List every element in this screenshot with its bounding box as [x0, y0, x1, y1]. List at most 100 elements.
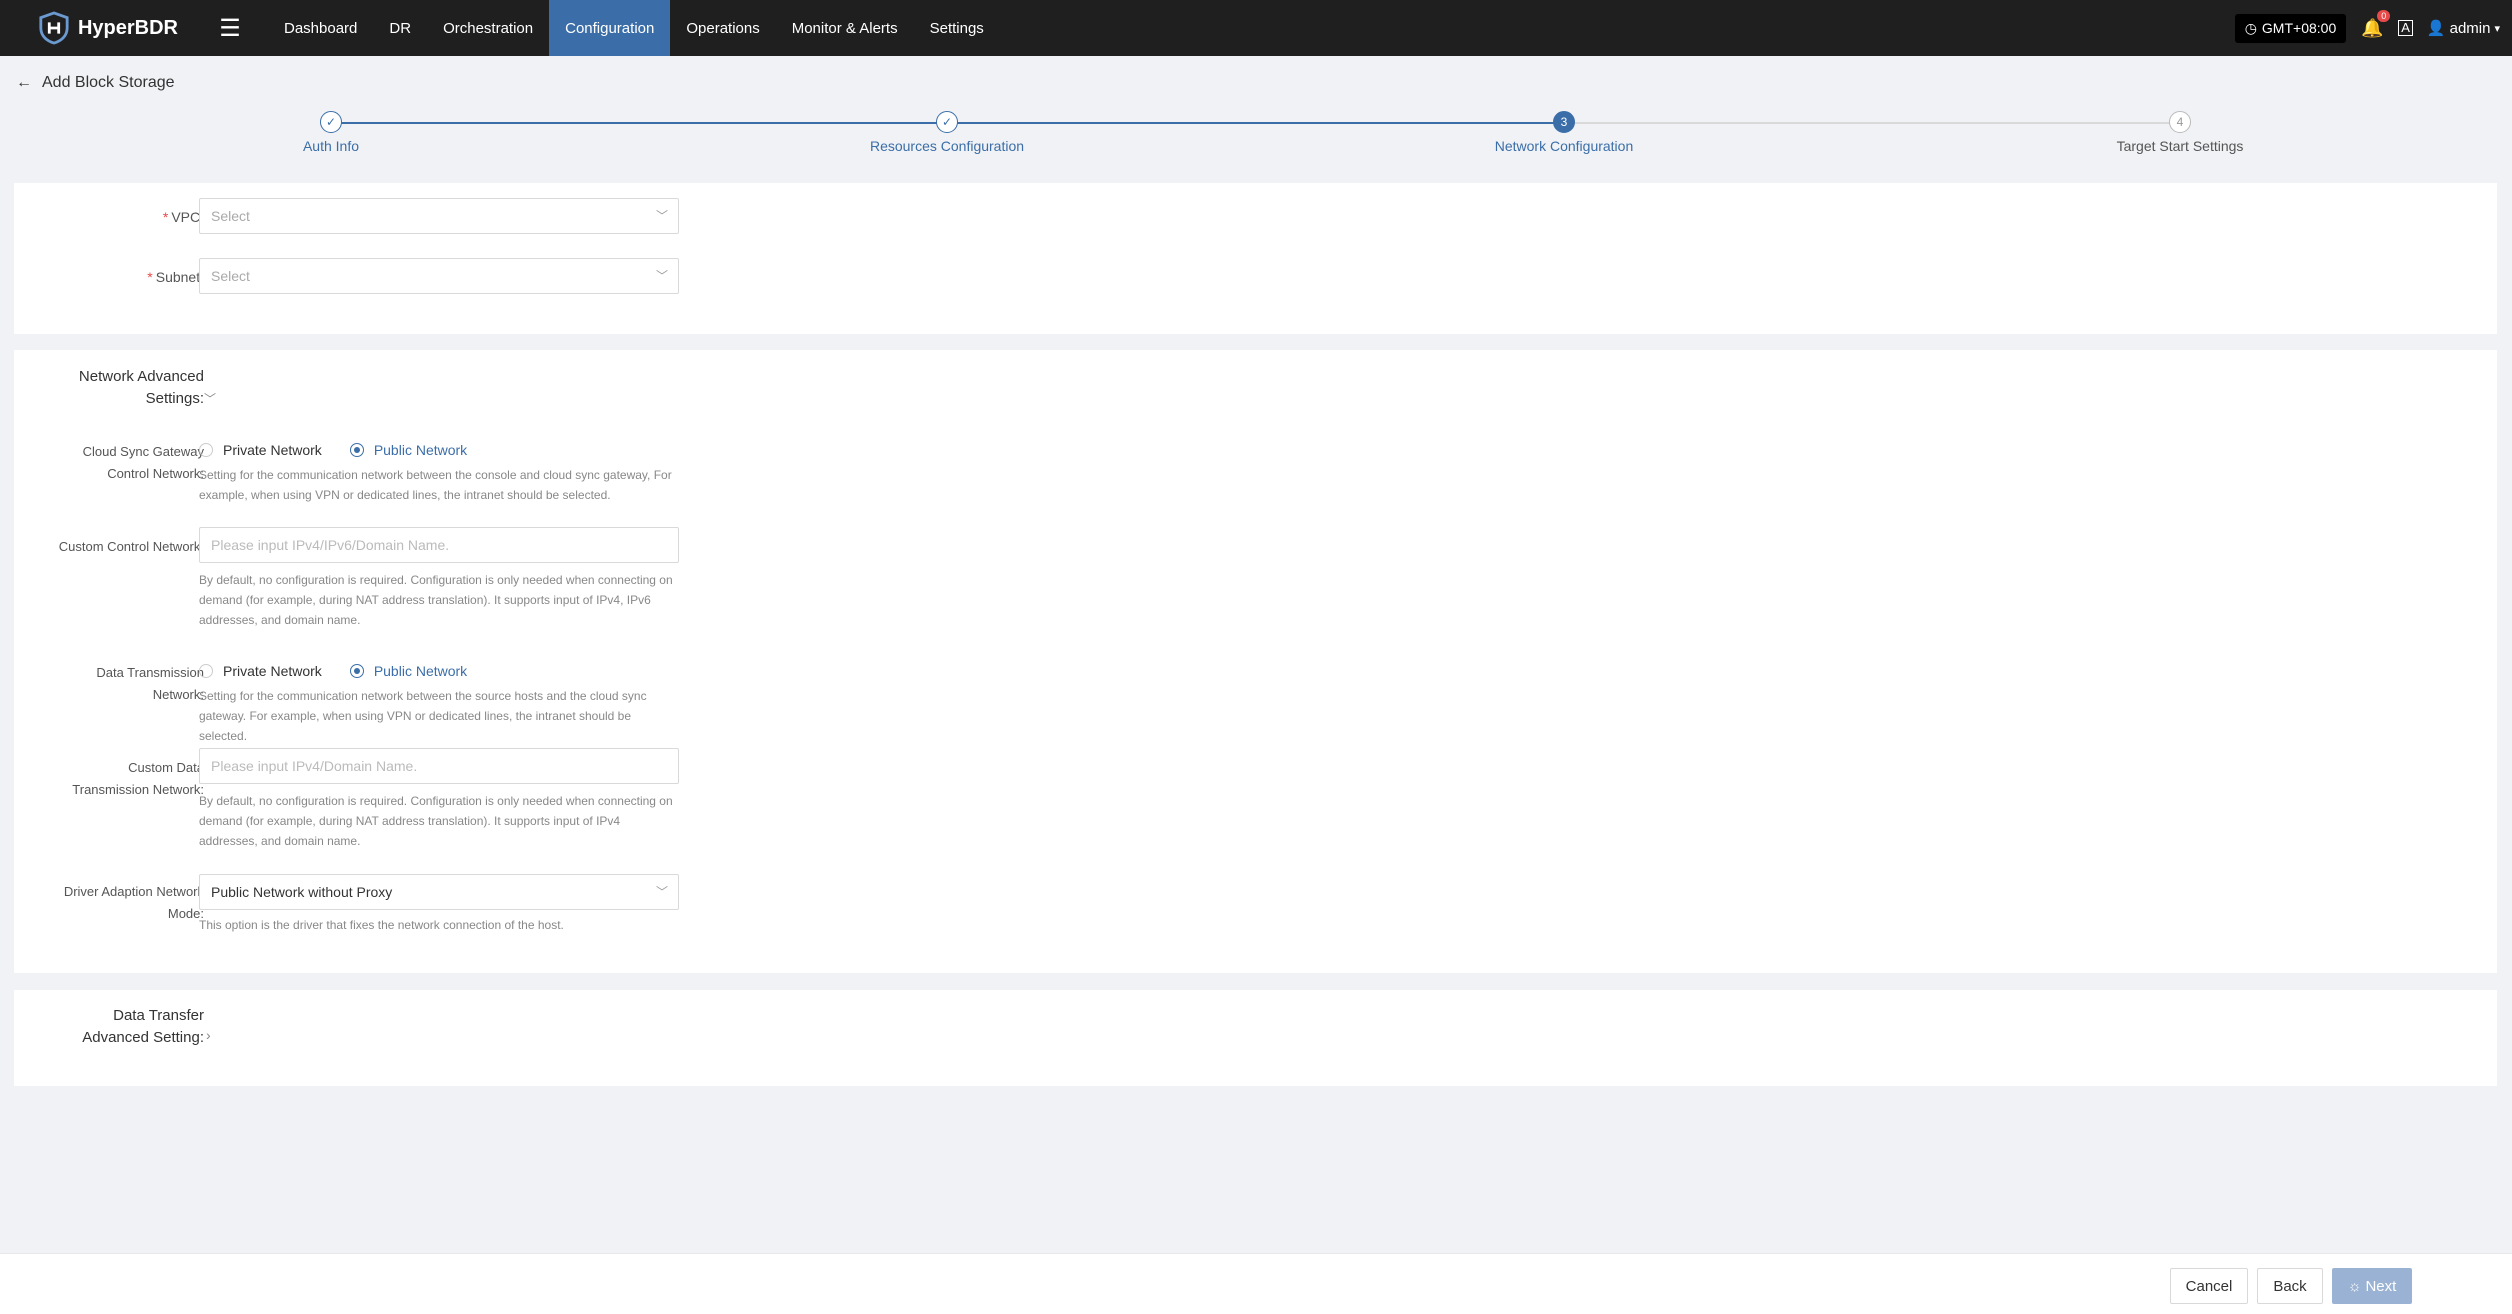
label-line: Network: [152, 687, 204, 702]
nav-orchestration[interactable]: Orchestration [427, 0, 549, 56]
page-header: ← Add Block Storage [16, 74, 175, 92]
chevron-down-icon: ﹀ [655, 885, 668, 899]
custom-data-network-label: Custom Data Transmission Network: [14, 757, 204, 801]
step-resources-configuration: ✓ Resources Configuration [797, 110, 1097, 154]
data-transfer-card: Data Transfer Advanced Setting: › [14, 990, 2497, 1086]
title-line: Data Transfer [113, 1007, 204, 1024]
data-network-radio-group: Private Network Public Network [199, 663, 495, 679]
step-label: Network Configuration [1494, 138, 1634, 154]
subnet-placeholder: Select [211, 268, 250, 284]
nav-dr[interactable]: DR [373, 0, 427, 56]
step-label: Target Start Settings [2116, 138, 2244, 154]
title-line: Settings: [145, 390, 204, 407]
driver-adaption-value: Public Network without Proxy [211, 884, 393, 900]
nav-operations[interactable]: Operations [670, 0, 775, 56]
data-private-network-radio[interactable]: Private Network [199, 663, 322, 679]
loading-icon: ☼ [2347, 1277, 2362, 1295]
timezone-label: GMT+08:00 [2261, 20, 2337, 36]
cancel-button[interactable]: Cancel [2170, 1268, 2248, 1304]
label-line: Cloud Sync Gateway [82, 444, 204, 459]
control-private-network-radio[interactable]: Private Network [199, 442, 322, 458]
subnet-label-text: Subnet: [155, 269, 204, 285]
back-arrow-icon[interactable]: ← [16, 74, 32, 92]
nav-settings[interactable]: Settings [914, 0, 1000, 56]
network-advanced-card: Network Advanced Settings: ﹀ Cloud Sync … [14, 350, 2497, 973]
step-number: 3 [1553, 111, 1575, 133]
app-name: HyperBDR [77, 16, 178, 39]
top-navigation-bar: HyperBDR ☰ Dashboard DR Orchestration Co… [0, 0, 2512, 56]
step-network-configuration: 3 Network Configuration [1414, 110, 1714, 154]
check-icon: ✓ [936, 111, 958, 133]
driver-adaption-select[interactable]: Public Network without Proxy ﹀ [199, 874, 679, 910]
radio-circle [349, 443, 364, 457]
next-label: Next [2365, 1277, 2397, 1295]
menu-toggle-icon[interactable]: ☰ [210, 0, 250, 56]
data-transmission-network-label: Data Transmission Network: [14, 662, 204, 706]
wizard-steps: ✓ Auth Info ✓ Resources Configuration 3 … [0, 110, 2512, 170]
driver-adaption-hint: This option is the driver that fixes the… [199, 918, 564, 932]
back-button[interactable]: Back [2257, 1268, 2323, 1304]
label-line: Control Network: [107, 466, 204, 481]
data-public-network-radio[interactable]: Public Network [349, 663, 468, 679]
nav-dashboard[interactable]: Dashboard [268, 0, 373, 56]
custom-data-network-input[interactable]: Please input IPv4/Domain Name. [199, 748, 679, 784]
subnet-label: * Subnet: [14, 266, 204, 288]
step-label: Resources Configuration [869, 138, 1025, 154]
username: admin [2449, 19, 2491, 37]
control-public-network-radio[interactable]: Public Network [349, 442, 467, 458]
next-button[interactable]: ☼ Next [2332, 1268, 2412, 1304]
nav-monitor-alerts[interactable]: Monitor & Alerts [776, 0, 914, 56]
user-icon: 👤 [2426, 20, 2446, 37]
label-line: Mode: [167, 906, 204, 921]
radio-circle [199, 664, 213, 678]
control-network-hint: Setting for the communication network be… [199, 468, 672, 502]
label-line: Transmission Network: [72, 782, 204, 797]
radio-label: Public Network [373, 663, 468, 679]
required-mark: * [147, 269, 153, 285]
user-menu[interactable]: 👤 admin ▾ [2426, 19, 2500, 38]
label-line: Driver Adaption Network [63, 884, 204, 899]
custom-control-network-label: Custom Control Network: [58, 539, 204, 554]
custom-control-network-hint: By default, no configuration is required… [199, 573, 673, 627]
required-mark: * [162, 209, 169, 225]
subnet-select[interactable]: Select ﹀ [199, 258, 679, 294]
step-auth-info: ✓ Auth Info [181, 110, 481, 154]
language-icon[interactable]: A [2398, 20, 2413, 36]
step-label: Auth Info [302, 138, 360, 154]
advanced-settings-title: Network Advanced Settings: [14, 366, 204, 410]
footer-bar: Cancel Back ☼ Next [0, 1253, 2512, 1314]
clock-icon: ◷ [2244, 19, 2257, 36]
network-basic-card: * VPC: Select ﹀ * Subnet: Select ﹀ [14, 183, 2497, 334]
title-line: Advanced Setting: [82, 1029, 204, 1046]
notification-badge: 0 [2377, 9, 2391, 22]
chevron-down-icon: ﹀ [655, 269, 668, 283]
main-nav: Dashboard DR Orchestration Configuration… [268, 0, 1000, 56]
data-transfer-title: Data Transfer Advanced Setting: [14, 1005, 204, 1049]
step-number: 4 [2169, 111, 2191, 133]
control-network-label: Cloud Sync Gateway Control Network: [14, 441, 204, 485]
vpc-select[interactable]: Select ﹀ [199, 198, 679, 234]
radio-circle [349, 664, 364, 678]
nav-configuration[interactable]: Configuration [549, 0, 671, 56]
notification-bell[interactable]: 🔔 0 [2360, 9, 2391, 39]
label-line: Data Transmission [96, 665, 204, 680]
shield-logo-icon [39, 11, 69, 45]
caret-down-icon: ▾ [2494, 22, 2500, 35]
check-icon: ✓ [320, 111, 342, 133]
top-right-tools: ◷ GMT+08:00 🔔 0 A 👤 admin ▾ [2234, 0, 2500, 56]
step-target-start-settings: 4 Target Start Settings [2030, 110, 2330, 154]
vpc-placeholder: Select [211, 208, 250, 224]
timezone-display[interactable]: ◷ GMT+08:00 [2234, 13, 2347, 43]
page-title: Add Block Storage [42, 74, 175, 91]
title-line: Network Advanced [78, 368, 204, 385]
control-network-radio-group: Private Network Public Network [199, 442, 495, 458]
chevron-down-icon[interactable]: ﹀ [204, 390, 216, 407]
driver-adaption-label: Driver Adaption Network Mode: [14, 881, 204, 925]
vpc-label: * VPC: [14, 206, 204, 228]
chevron-right-icon[interactable]: › [206, 1027, 211, 1043]
radio-label: Private Network [223, 663, 322, 679]
custom-data-network-hint: By default, no configuration is required… [199, 794, 673, 848]
app-logo[interactable]: HyperBDR [38, 10, 178, 46]
custom-control-network-input[interactable]: Please input IPv4/IPv6/Domain Name. [199, 527, 679, 563]
data-network-hint: Setting for the communication network be… [199, 689, 647, 743]
